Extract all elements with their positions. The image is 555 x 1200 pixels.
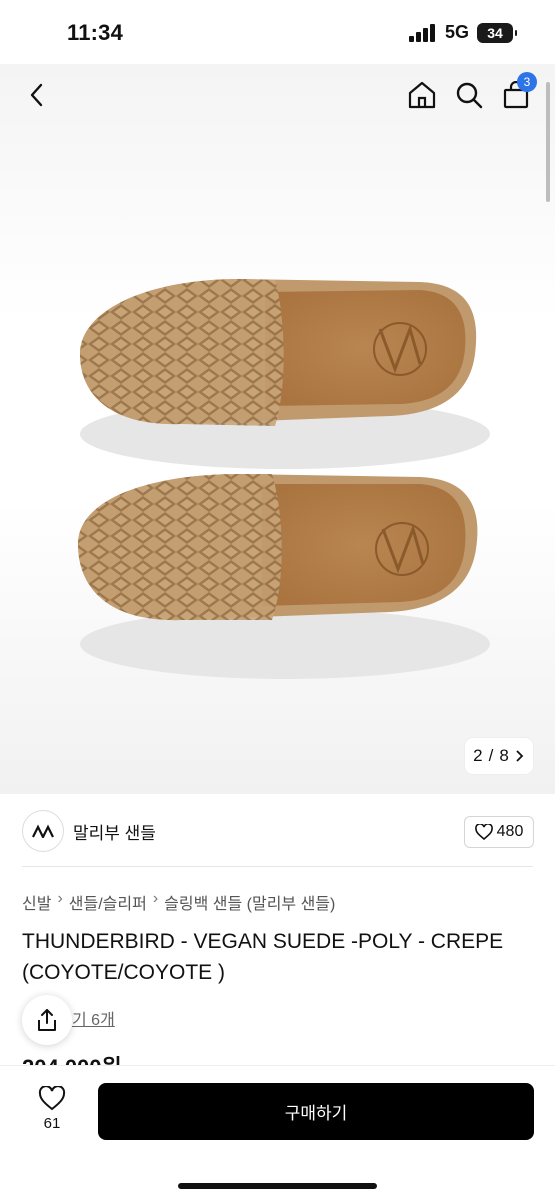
chevron-left-icon xyxy=(30,83,43,107)
review-link[interactable]: 기 6개 xyxy=(72,1006,115,1030)
status-icons: 5G 34 xyxy=(408,22,517,43)
search-button[interactable] xyxy=(452,78,486,112)
status-time: 11:34 xyxy=(67,20,124,45)
chevron-right-icon: › xyxy=(57,890,63,907)
buy-button[interactable]: 구매하기 xyxy=(98,1083,534,1140)
product-image-gallery[interactable] xyxy=(0,64,555,794)
back-button[interactable] xyxy=(20,78,54,112)
share-button[interactable] xyxy=(22,995,72,1045)
breadcrumb-item[interactable]: 신발 xyxy=(22,890,51,914)
heart-icon xyxy=(474,824,493,840)
heart-icon xyxy=(38,1086,66,1111)
malibu-logo-icon xyxy=(32,824,54,838)
home-indicator xyxy=(178,1183,377,1189)
image-pager[interactable]: 2 / 8 xyxy=(465,738,533,774)
chevron-right-icon: › xyxy=(152,890,159,907)
brand-name[interactable]: 말리부 샌들 xyxy=(73,819,156,844)
brand-logo[interactable] xyxy=(22,810,64,852)
wishlist-count: 61 xyxy=(43,1115,61,1132)
scrollbar[interactable] xyxy=(546,82,550,202)
home-icon xyxy=(408,81,436,109)
sandal-product-image xyxy=(78,279,490,679)
pager-current: 2 xyxy=(473,746,483,765)
breadcrumb-item[interactable]: 샌들/슬리퍼 xyxy=(69,890,147,914)
wishlist-button[interactable]: 61 xyxy=(30,1086,74,1132)
search-icon xyxy=(456,82,483,109)
home-button[interactable] xyxy=(405,78,439,112)
cart-button[interactable]: 3 xyxy=(499,72,537,112)
signal-icon xyxy=(408,23,435,42)
battery-icon: 34 xyxy=(477,22,517,43)
brand-like-button[interactable]: 480 xyxy=(464,816,534,848)
breadcrumb-item[interactable]: 슬링백 샌들 (말리부 샌들) xyxy=(164,890,335,914)
cart-count-badge: 3 xyxy=(517,72,537,92)
breadcrumb: 신발 › 샌들/슬리퍼 › 슬링백 샌들 (말리부 샌들) xyxy=(22,890,335,914)
share-icon xyxy=(38,1009,56,1031)
divider xyxy=(22,866,533,867)
product-title: THUNDERBIRD - VEGAN SUEDE -POLY - CREPE … xyxy=(22,930,504,984)
pager-total: 8 xyxy=(499,746,509,765)
pager-separator: / xyxy=(488,746,494,765)
chevron-right-icon xyxy=(516,750,524,762)
brand-like-count: 480 xyxy=(496,823,524,840)
network-label: 5G xyxy=(444,22,469,42)
